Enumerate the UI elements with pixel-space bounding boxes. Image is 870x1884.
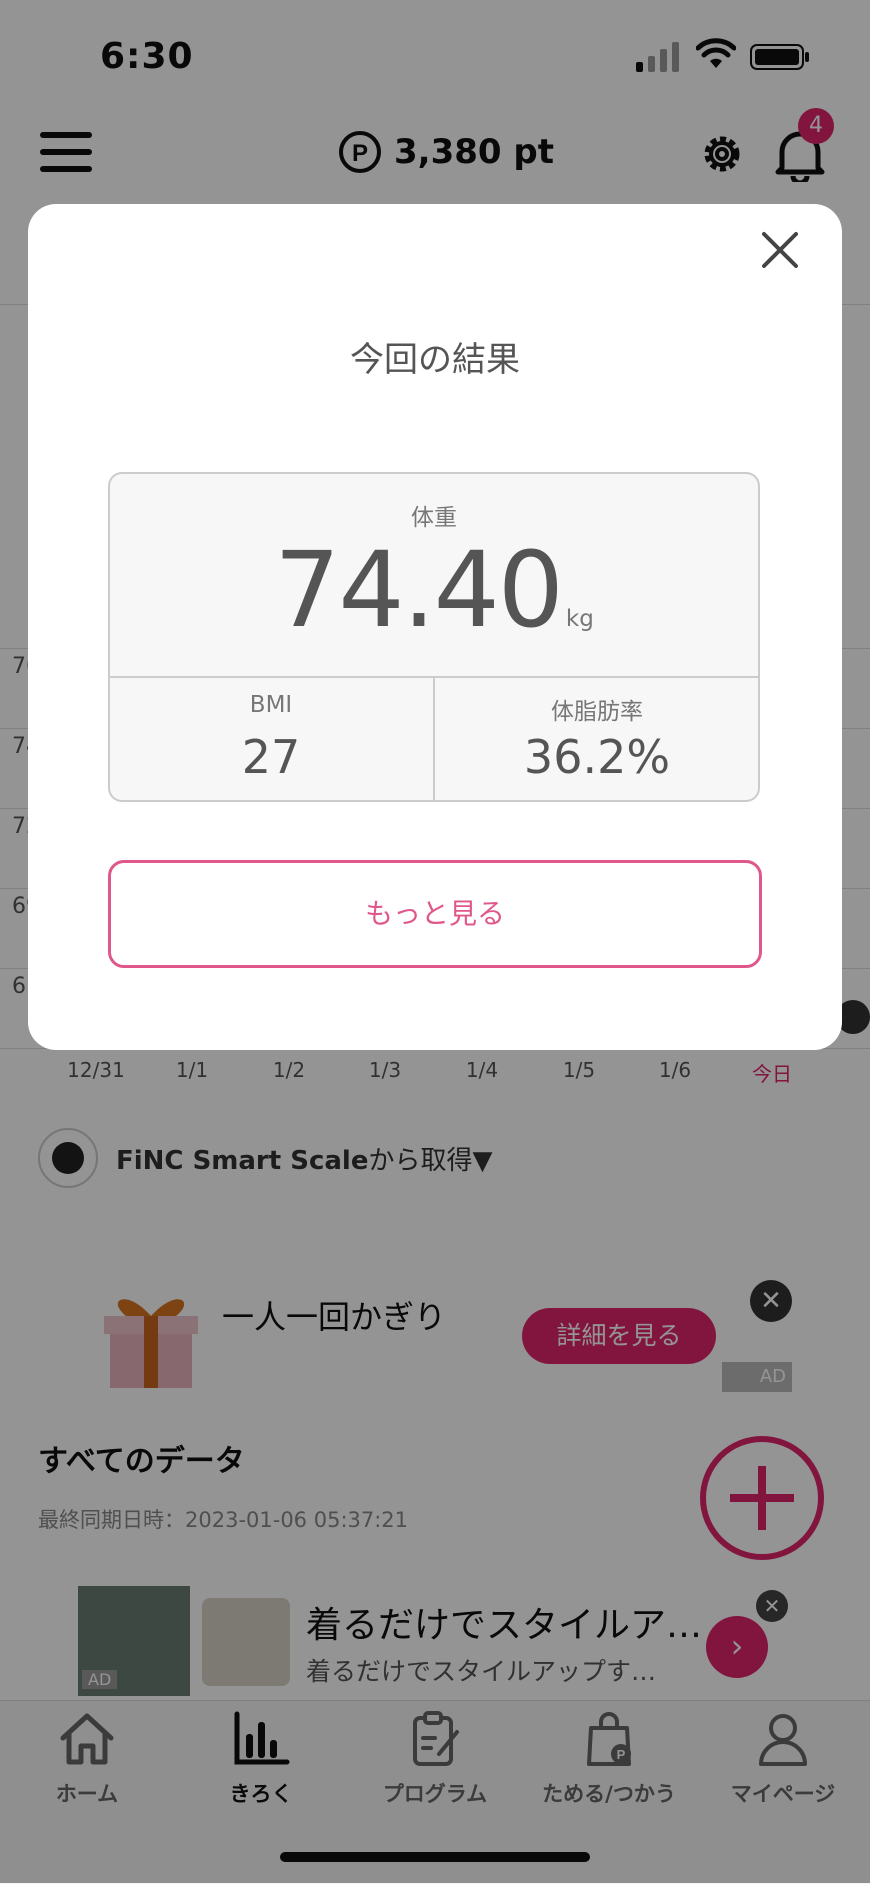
modal-title: 今回の結果: [350, 340, 520, 380]
weight-value: 74.40: [274, 529, 564, 651]
close-icon[interactable]: [756, 226, 804, 274]
bmi-label: BMI: [249, 692, 293, 718]
weight-unit: kg: [565, 606, 594, 632]
divider: [433, 678, 435, 800]
bmi-value: 27: [241, 730, 301, 784]
body-fat-label: 体脂肪率: [551, 699, 643, 725]
see-more-button[interactable]: もっと見る: [108, 860, 762, 968]
body-fat-value: 36.2%: [523, 730, 671, 784]
weight-label: 体重: [411, 505, 457, 531]
weight-row: 74.40 kg: [108, 530, 760, 650]
